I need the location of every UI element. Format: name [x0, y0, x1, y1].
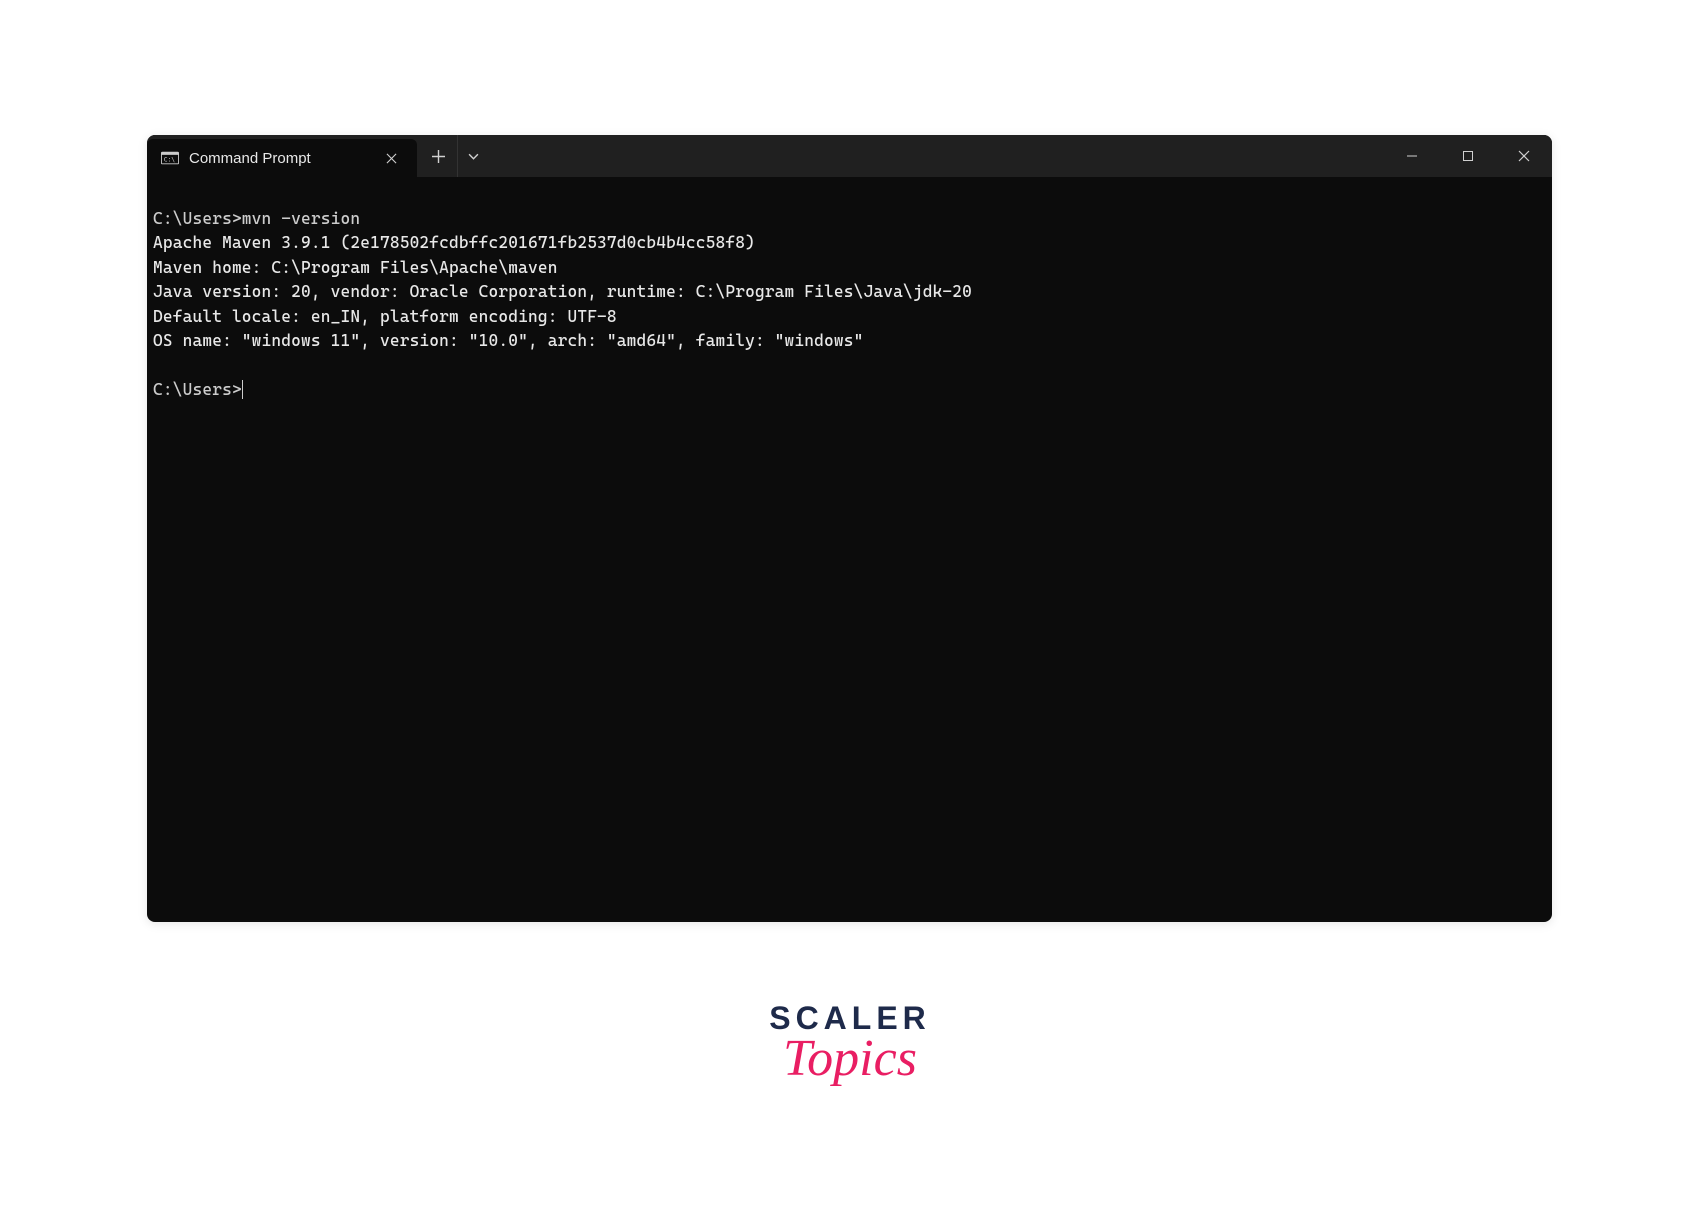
- terminal-line: Apache Maven 3.9.1 (2e178502fcdbffc20167…: [153, 231, 1546, 255]
- tab-command-prompt[interactable]: C:\ Command Prompt: [147, 139, 417, 177]
- terminal-prompt[interactable]: C:\Users>: [153, 378, 1546, 402]
- terminal-line: Maven home: C:\Program Files\Apache\mave…: [153, 256, 1546, 280]
- terminal-line: C:\Users>mvn -version: [153, 207, 1546, 231]
- tab-strip: C:\ Command Prompt: [147, 135, 489, 177]
- scaler-topics-logo: SCALER Topics: [769, 1000, 931, 1088]
- text-cursor: [242, 380, 243, 399]
- terminal-line: Default locale: en_IN, platform encoding…: [153, 305, 1546, 329]
- titlebar-drag-region[interactable]: [489, 135, 1384, 177]
- window-controls: [1384, 135, 1552, 177]
- close-window-button[interactable]: [1496, 135, 1552, 177]
- tab-title: Command Prompt: [189, 150, 369, 167]
- maximize-button[interactable]: [1440, 135, 1496, 177]
- tab-dropdown-button[interactable]: [457, 135, 489, 177]
- command-prompt-icon: C:\: [161, 149, 179, 167]
- terminal-line: Java version: 20, vendor: Oracle Corpora…: [153, 280, 1546, 304]
- logo-line-2: Topics: [769, 1029, 931, 1088]
- terminal-output[interactable]: C:\Users>mvn -versionApache Maven 3.9.1 …: [147, 177, 1552, 408]
- svg-text:C:\: C:\: [164, 157, 176, 164]
- terminal-line: OS name: "windows 11", version: "10.0", …: [153, 329, 1546, 353]
- minimize-button[interactable]: [1384, 135, 1440, 177]
- tab-close-button[interactable]: [379, 146, 403, 170]
- terminal-window: C:\ Command Prompt: [147, 135, 1552, 922]
- new-tab-button[interactable]: [419, 135, 457, 177]
- window-titlebar[interactable]: C:\ Command Prompt: [147, 135, 1552, 177]
